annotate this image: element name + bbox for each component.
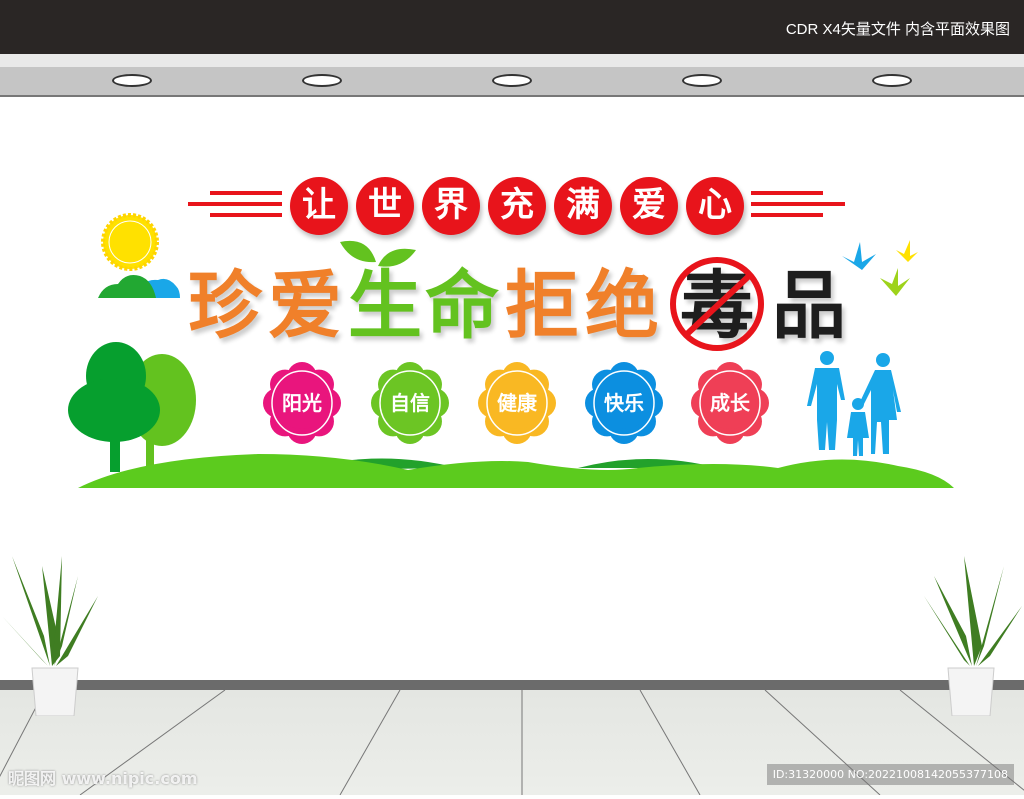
slogan-char: 心 <box>686 177 744 235</box>
ceiling-light <box>492 74 532 87</box>
value-flower: 快乐 <box>585 362 663 444</box>
top-bar: CDR X4矢量文件 内含平面效果图 <box>0 0 1024 54</box>
title-char: 爱 <box>268 263 342 349</box>
ceiling-light <box>682 74 722 87</box>
title-char: 拒 <box>505 263 579 349</box>
prohibited-icon <box>670 257 764 351</box>
ceiling-light <box>112 74 152 87</box>
ceiling-light <box>302 74 342 87</box>
title-char: 品 <box>772 263 846 349</box>
decor-line <box>188 202 282 206</box>
value-label: 健康 <box>497 391 537 415</box>
slogan-char: 爱 <box>620 177 678 235</box>
potted-plant-icon <box>2 556 98 716</box>
hills-icon <box>78 454 954 488</box>
value-flower: 自信 <box>371 362 449 444</box>
potted-plant-icon <box>924 556 1022 716</box>
slogan-char: 让 <box>290 177 348 235</box>
slogan-char: 世 <box>356 177 414 235</box>
ceiling-strip <box>0 54 1024 67</box>
ceiling-light <box>872 74 912 87</box>
title-char: 珍 <box>188 263 262 349</box>
family-silhouette-icon <box>807 351 901 456</box>
decor-line <box>210 213 282 217</box>
value-label: 自信 <box>390 391 430 415</box>
slogan-char: 满 <box>554 177 612 235</box>
decor-line <box>210 191 282 195</box>
value-label: 阳光 <box>282 391 322 415</box>
baseboard <box>0 680 1024 690</box>
sun-cloud-icon <box>98 213 180 298</box>
decor-line <box>751 191 823 195</box>
decor-line <box>751 202 845 206</box>
title-char: 命 <box>425 263 499 349</box>
title-char: 绝 <box>585 263 659 349</box>
birds-icon <box>842 240 918 296</box>
file-caption: CDR X4矢量文件 内含平面效果图 <box>785 21 1010 38</box>
watermark-id: ID:31320000 NO:20221008142055377108 <box>766 764 1014 785</box>
value-flower: 阳光 <box>263 362 341 444</box>
value-label: 成长 <box>710 391 750 415</box>
slogan-char: 充 <box>488 177 546 235</box>
title-char: 生 <box>348 263 422 349</box>
decor-line <box>751 213 823 217</box>
slogan-char: 界 <box>422 177 480 235</box>
value-flower: 健康 <box>478 362 556 444</box>
watermark-logo: 昵图网 www.nipic.com <box>8 769 198 788</box>
value-label: 快乐 <box>604 391 644 415</box>
value-flower: 成长 <box>691 362 769 444</box>
